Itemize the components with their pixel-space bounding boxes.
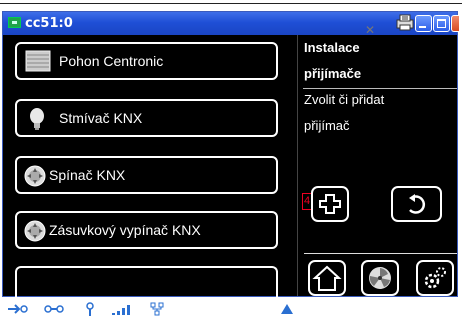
list-item-label: Zásuvkový vypínač KNX xyxy=(49,222,201,238)
list-item-stmivac-knx[interactable]: Stmívač KNX xyxy=(15,99,278,137)
fan-button[interactable] xyxy=(361,260,399,296)
add-button[interactable] xyxy=(311,186,349,222)
app-window: cc51:0 Pohon Centronic Stmívač KNX Spína… xyxy=(2,11,459,316)
top-border-line xyxy=(0,3,462,4)
panel-separator xyxy=(303,88,457,89)
shutter-icon xyxy=(25,50,51,72)
tree-icon xyxy=(149,301,165,320)
settings-button[interactable] xyxy=(416,260,454,296)
panel-subtitle-line1: Zvolit či přidat xyxy=(304,92,385,107)
panel-subtitle-line2: přijímač xyxy=(304,118,350,133)
maximize-button[interactable] xyxy=(433,15,450,32)
close-panel-icon[interactable]: ✕ xyxy=(365,23,375,37)
main-area: Pohon Centronic Stmívač KNX Spínač KNX Z… xyxy=(3,23,457,316)
back-icon xyxy=(409,194,426,214)
print-icon[interactable] xyxy=(396,14,414,31)
panel-heading-line1: Instalace xyxy=(304,40,360,55)
minimize-button[interactable] xyxy=(415,15,432,32)
status-bar xyxy=(3,300,297,319)
settings-icon xyxy=(424,267,446,289)
list-item-zasuvkovy-vypinac-knx[interactable]: Zásuvkový vypínač KNX xyxy=(15,211,278,249)
close-button[interactable] xyxy=(451,15,459,32)
list-item-label: Pohon Centronic xyxy=(59,53,164,69)
back-button[interactable] xyxy=(391,186,442,222)
add-icon xyxy=(319,194,341,214)
signal-strength-icon xyxy=(111,302,133,319)
fan-icon xyxy=(369,267,391,289)
bulb-icon xyxy=(26,107,48,130)
network-icon xyxy=(7,303,29,318)
list-item-label: Spínač KNX xyxy=(49,167,126,183)
home-icon xyxy=(312,265,342,291)
link-icon xyxy=(43,303,65,318)
list-item-label: Stmívač KNX xyxy=(59,110,143,126)
title-bar: cc51:0 xyxy=(3,12,459,35)
window-title: cc51:0 xyxy=(25,16,73,31)
list-item-spinac-knx[interactable]: Spínač KNX xyxy=(15,156,278,194)
socket-switch-icon xyxy=(24,220,46,242)
scroll-up-arrow-icon[interactable] xyxy=(281,304,293,317)
panel-heading-line2: přijímače xyxy=(304,66,362,81)
switch-icon xyxy=(24,165,46,187)
panel-divider xyxy=(297,35,298,296)
button-separator xyxy=(304,253,457,254)
home-button[interactable] xyxy=(308,260,346,296)
list-item-pohon-centronic[interactable]: Pohon Centronic xyxy=(15,42,278,80)
app-icon xyxy=(8,17,21,28)
antenna-icon xyxy=(83,301,97,320)
